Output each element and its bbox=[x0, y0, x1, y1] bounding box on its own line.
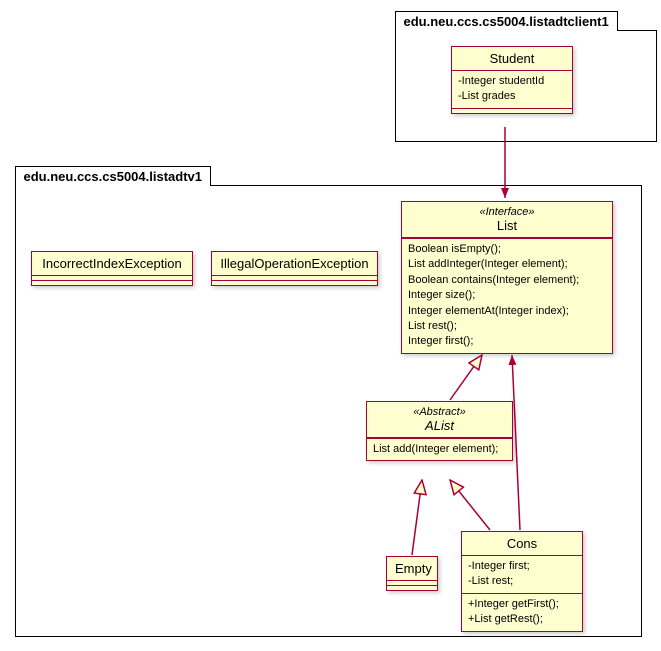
class-cons-name: Cons bbox=[470, 536, 574, 551]
class-list-title: «Interface» List bbox=[402, 202, 612, 238]
class-student-methods bbox=[452, 108, 572, 113]
package-client-tab: edu.neu.ccs.cs5004.listadtclient1 bbox=[395, 11, 618, 31]
class-alist-methods: List add(Integer element); bbox=[367, 438, 512, 460]
method: +Integer getFirst(); bbox=[468, 597, 576, 612]
class-illegal-op-name: IllegalOperationException bbox=[220, 256, 369, 271]
method: +List getRest(); bbox=[468, 612, 576, 627]
class-student: Student -Integer studentId -List grades bbox=[451, 46, 573, 114]
method: Boolean isEmpty(); bbox=[408, 242, 606, 257]
package-adt-tab: edu.neu.ccs.cs5004.listadtv1 bbox=[15, 166, 211, 186]
class-empty-title: Empty bbox=[387, 557, 437, 581]
class-list: «Interface» List Boolean isEmpty(); List… bbox=[401, 201, 613, 354]
package-adt: edu.neu.ccs.cs5004.listadtv1 IncorrectIn… bbox=[15, 185, 642, 637]
package-client-name: edu.neu.ccs.cs5004.listadtclient1 bbox=[404, 14, 609, 29]
class-incorrect-index-name: IncorrectIndexException bbox=[40, 256, 184, 271]
class-list-stereo: «Interface» bbox=[410, 206, 604, 218]
package-client: edu.neu.ccs.cs5004.listadtclient1 Studen… bbox=[395, 30, 657, 142]
class-list-name: List bbox=[410, 218, 604, 233]
class-illegal-op-title: IllegalOperationException bbox=[212, 252, 377, 276]
class-illegal-op: IllegalOperationException bbox=[211, 251, 378, 286]
class-alist: «Abstract» AList List add(Integer elemen… bbox=[366, 401, 513, 461]
method: Integer elementAt(Integer index); bbox=[408, 304, 606, 319]
class-student-title: Student bbox=[452, 47, 572, 71]
class-alist-name: AList bbox=[375, 418, 504, 433]
class-student-name: Student bbox=[460, 51, 564, 66]
method: List rest(); bbox=[408, 319, 606, 334]
method: Integer first(); bbox=[408, 334, 606, 349]
field: -Integer first; bbox=[468, 559, 576, 574]
method: Integer size(); bbox=[408, 288, 606, 303]
field: -List rest; bbox=[468, 574, 576, 589]
class-empty: Empty bbox=[386, 556, 438, 591]
class-incorrect-index: IncorrectIndexException bbox=[31, 251, 193, 286]
method: List addInteger(Integer element); bbox=[408, 257, 606, 272]
class-alist-stereo: «Abstract» bbox=[375, 406, 504, 418]
field: -List grades bbox=[458, 89, 566, 104]
class-cons-title: Cons bbox=[462, 532, 582, 556]
class-list-methods: Boolean isEmpty(); List addInteger(Integ… bbox=[402, 238, 612, 353]
class-alist-title: «Abstract» AList bbox=[367, 402, 512, 438]
section bbox=[387, 585, 437, 590]
class-cons: Cons -Integer first; -List rest; +Intege… bbox=[461, 531, 583, 632]
package-adt-name: edu.neu.ccs.cs5004.listadtv1 bbox=[24, 169, 202, 184]
method: Boolean contains(Integer element); bbox=[408, 273, 606, 288]
field: -Integer studentId bbox=[458, 74, 566, 89]
section bbox=[32, 280, 192, 285]
class-incorrect-index-title: IncorrectIndexException bbox=[32, 252, 192, 276]
class-cons-fields: -Integer first; -List rest; bbox=[462, 556, 582, 593]
class-cons-methods: +Integer getFirst(); +List getRest(); bbox=[462, 593, 582, 631]
section bbox=[212, 280, 377, 285]
class-empty-name: Empty bbox=[395, 561, 429, 576]
class-student-fields: -Integer studentId -List grades bbox=[452, 71, 572, 108]
method: List add(Integer element); bbox=[373, 442, 506, 457]
